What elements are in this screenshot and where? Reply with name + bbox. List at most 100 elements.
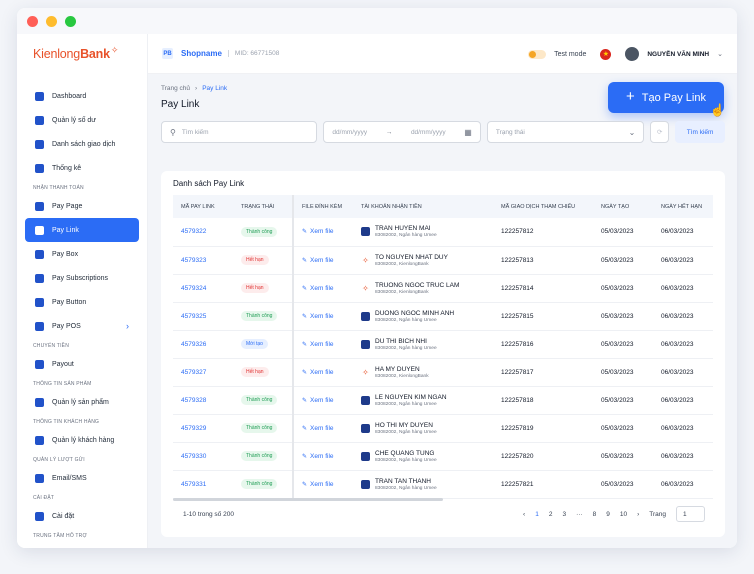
sidebar-item-pay-button[interactable]: Pay Button — [25, 290, 139, 314]
breadcrumb-home[interactable]: Trang chủ — [161, 85, 190, 92]
sidebar-item-balance[interactable]: Quản lý số dư — [25, 108, 139, 132]
page-2[interactable]: 2 — [549, 511, 553, 518]
prev-page-button[interactable]: ‹ — [523, 511, 525, 518]
pay-link-code[interactable]: 4579331 — [173, 470, 233, 498]
pay-link-code[interactable]: 4579326 — [173, 330, 233, 358]
pay-link-code[interactable]: 4579325 — [173, 302, 233, 330]
table-row[interactable]: 4579329 Thành công ✎ Xem file HO THI MY DUYE… — [173, 414, 713, 442]
sidebar-item-pay-subscriptions[interactable]: Pay Subscriptions — [25, 266, 139, 290]
pay-link-code[interactable]: 4579324 — [173, 274, 233, 302]
view-file-link[interactable]: ✎ Xem file — [292, 386, 353, 414]
col-created[interactable]: NGÀY TẠO — [593, 195, 653, 218]
chevron-right-icon: › — [126, 321, 129, 331]
col-account[interactable]: TÀI KHOẢN NHẬN TIỀN — [353, 195, 493, 218]
col-ref[interactable]: MÃ GIAO DỊCH THAM CHIẾU — [493, 195, 593, 218]
sidebar-item-customers[interactable]: Quản lý khách hàng — [25, 428, 139, 452]
col-file[interactable]: FILE ĐÍNH KÈM — [292, 195, 353, 218]
pay-link-code[interactable]: 4579327 — [173, 358, 233, 386]
col-status[interactable]: TRẠNG THÁI — [233, 195, 293, 218]
payout-icon — [35, 359, 44, 369]
table-row[interactable]: 4579326 Mới tạo ✎ Xem file DU THI BICH NHI 83… — [173, 330, 713, 358]
close-window-button[interactable] — [27, 15, 38, 27]
table-row[interactable]: 4579331 Thành công ✎ Xem file TRAN TAN THANH… — [173, 470, 713, 498]
sidebar-item-pay-box[interactable]: Pay Box — [25, 242, 139, 266]
view-file-link[interactable]: ✎ Xem file — [292, 302, 353, 330]
next-page-button[interactable]: › — [637, 511, 639, 518]
pay-link-code[interactable]: 4579330 — [173, 442, 233, 470]
page-1[interactable]: 1 — [535, 511, 539, 518]
page-3[interactable]: 3 — [562, 511, 566, 518]
brand-logo[interactable]: Kienlong Bank ✧ — [17, 34, 147, 74]
pay-link-code[interactable]: 4579329 — [173, 414, 233, 442]
table-row[interactable]: 4579328 Thành công ✎ Xem file LE NGUYEN KIM … — [173, 386, 713, 414]
page-10[interactable]: 10 — [620, 511, 627, 518]
view-file-link[interactable]: ✎ Xem file — [292, 274, 353, 302]
dashboard-icon — [35, 91, 44, 101]
maximize-window-button[interactable] — [65, 15, 76, 27]
expiry-date: 06/03/2023 — [661, 368, 694, 376]
pay-link-code[interactable]: 4579323 — [173, 246, 233, 274]
pos-icon — [35, 321, 44, 331]
sidebar-item-pay-link[interactable]: Pay Link — [25, 218, 139, 242]
date-range-picker[interactable]: dd/mm/yyyy → dd/mm/yyyy ▦ — [323, 121, 481, 143]
table-row[interactable]: 4579327 Hết hạn ✎ Xem file ✧ HA MY DUYEN 83082… — [173, 358, 713, 386]
pay-link-code[interactable]: 4579322 — [173, 218, 233, 246]
page-8[interactable]: 8 — [593, 511, 597, 518]
page-ellipsis[interactable]: ··· — [576, 511, 583, 518]
sidebar-item-transactions[interactable]: Danh sách giao dịch — [25, 132, 139, 156]
user-name[interactable]: NGUYỄN VĂN MINH — [647, 51, 709, 58]
view-file-link[interactable]: ✎ Xem file — [292, 442, 353, 470]
view-file-link[interactable]: ✎ Xem file — [292, 246, 353, 274]
view-file-link[interactable]: ✎ Xem file — [292, 330, 353, 358]
goto-page-label: Trang — [649, 510, 666, 518]
status-badge: Thành công — [241, 451, 278, 461]
product-icon — [35, 397, 44, 407]
breadcrumb-separator-icon: › — [195, 85, 198, 92]
paperclip-icon: ✎ — [302, 341, 308, 348]
table-row[interactable]: 4579325 Thành công ✎ Xem file DUONG NGOC MIN… — [173, 302, 713, 330]
sidebar-item-statistics[interactable]: Thống kê — [25, 156, 139, 180]
sidebar-item-email-sms[interactable]: Email/SMS — [25, 466, 139, 490]
goto-page-input[interactable]: 1 — [676, 506, 705, 522]
sidebar-item-pay-page[interactable]: Pay Page — [25, 194, 139, 218]
reference-code: 122257815 — [501, 312, 534, 320]
status-select[interactable]: Trạng thái ⌄ — [486, 121, 645, 143]
reference-code: 122257820 — [501, 452, 534, 460]
table-row[interactable]: 4579323 Hết hạn ✎ Xem file ✧ TO NGUYEN NHAT D… — [173, 246, 713, 274]
search-button[interactable]: Tìm kiếm — [675, 121, 725, 143]
table-row[interactable]: 4579330 Thành công ✎ Xem file CHE QUANG TUNG… — [173, 442, 713, 470]
created-date: 05/03/2023 — [601, 284, 634, 292]
search-input[interactable]: ⚲ Tìm kiếm — [161, 121, 318, 143]
page-9[interactable]: 9 — [606, 511, 610, 518]
sidebar-item-settings[interactable]: Cài đặt — [25, 504, 139, 528]
test-mode-toggle[interactable] — [528, 49, 547, 59]
expiry-date: 06/03/2023 — [661, 340, 694, 348]
view-file-link[interactable]: ✎ Xem file — [292, 470, 353, 498]
view-file-link[interactable]: ✎ Xem file — [292, 414, 353, 442]
filter-bar: ⚲ Tìm kiếm dd/mm/yyyy → dd/mm/yyyy ▦ Trạ… — [161, 121, 725, 143]
sidebar-item-pay-pos[interactable]: Pay POS › — [25, 314, 139, 338]
account-name: DUONG NGOC MINH ANH — [375, 309, 455, 317]
horizontal-scrollbar[interactable] — [173, 498, 443, 501]
create-pay-link-button[interactable]: + Tạo Pay Link — [608, 82, 724, 113]
account-detail: 83082002, Ngân hàng Umee — [375, 345, 437, 351]
minimize-window-button[interactable] — [46, 15, 57, 27]
pay-link-code[interactable]: 4579328 — [173, 386, 233, 414]
paperclip-icon: ✎ — [302, 257, 308, 264]
col-code[interactable]: MÃ PAY LINK — [173, 195, 233, 218]
col-expires[interactable]: NGÀY HẾT HẠN — [653, 195, 713, 218]
shop-name[interactable]: Shopname — [181, 49, 222, 58]
sidebar-item-dashboard[interactable]: Dashboard — [25, 84, 139, 108]
language-flag-icon[interactable]: ★ — [600, 48, 612, 60]
sidebar-item-products[interactable]: Quản lý sản phẩm — [25, 390, 139, 414]
avatar[interactable] — [625, 47, 640, 61]
refresh-button[interactable]: ⟳ — [650, 121, 670, 143]
table-row[interactable]: 4579322 Thành công ✎ Xem file TRAN HUYEN MAI… — [173, 218, 713, 246]
date-from[interactable]: dd/mm/yyyy — [332, 129, 367, 136]
sidebar-item-payout[interactable]: Payout — [25, 352, 139, 376]
view-file-link[interactable]: ✎ Xem file — [292, 218, 353, 246]
table-row[interactable]: 4579324 Hết hạn ✎ Xem file ✧ TRUONG NGOC TRUC… — [173, 274, 713, 302]
view-file-link[interactable]: ✎ Xem file — [292, 358, 353, 386]
date-to[interactable]: dd/mm/yyyy — [411, 129, 446, 136]
chevron-down-icon[interactable]: ⌄ — [717, 50, 723, 58]
